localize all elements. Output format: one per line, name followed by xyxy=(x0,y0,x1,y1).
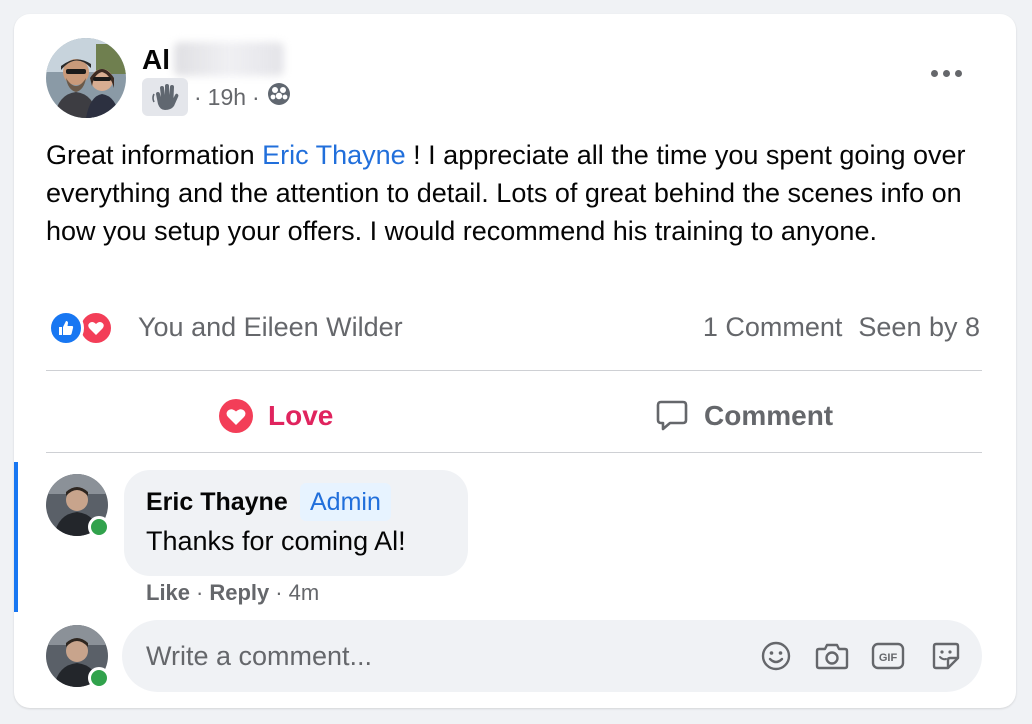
author-avatar[interactable] xyxy=(46,38,126,118)
comment-actions: Like · Reply · 4m xyxy=(146,580,319,606)
author-name[interactable]: Al xyxy=(142,44,170,76)
seen-by-count[interactable]: Seen by 8 xyxy=(858,312,980,343)
post-time[interactable]: 19h xyxy=(208,84,246,111)
comment-like-button[interactable]: Like xyxy=(146,580,190,606)
emoji-icon[interactable] xyxy=(758,638,794,674)
comment-reply-button[interactable]: Reply xyxy=(209,580,269,606)
comment-separator: · xyxy=(196,580,204,605)
reacted-by-text[interactable]: You and Eileen Wilder xyxy=(138,312,403,343)
wave-icon[interactable] xyxy=(142,78,188,116)
comment-label: Comment xyxy=(704,400,834,431)
gif-label: GIF xyxy=(879,652,898,664)
more-options-icon[interactable] xyxy=(926,58,966,88)
post-meta: · 19h · xyxy=(142,78,292,116)
post-text: Great information Eric Thayne ! I apprec… xyxy=(46,136,976,250)
comment-text: Thanks for coming Al! xyxy=(146,526,406,556)
like-reaction-icon xyxy=(48,310,84,346)
gif-icon[interactable]: GIF xyxy=(870,638,906,674)
post-card: Al · 19h · Great information Eric Thayne… xyxy=(14,14,1016,708)
love-action-icon xyxy=(219,399,253,433)
online-status-indicator xyxy=(88,667,110,689)
post-text-before: Great information xyxy=(46,140,263,170)
sticker-icon[interactable] xyxy=(928,638,964,674)
divider xyxy=(46,452,982,453)
love-button[interactable]: Love xyxy=(218,390,333,442)
reactions-summary[interactable] xyxy=(48,310,114,346)
redacted-name-blur xyxy=(174,42,284,76)
love-label: Love xyxy=(268,400,334,431)
meta-separator: · xyxy=(252,83,260,110)
online-status-indicator xyxy=(88,516,110,538)
divider xyxy=(46,370,982,371)
comment-button[interactable]: Comment xyxy=(654,390,833,442)
comment-count[interactable]: 1 Comment xyxy=(703,312,843,343)
comment-author[interactable]: Eric Thayne xyxy=(146,488,288,517)
comment-composer: GIF xyxy=(122,620,982,692)
comment-time[interactable]: 4m xyxy=(289,580,320,606)
comment-input[interactable] xyxy=(146,620,706,692)
post-stats: 1 Comment Seen by 8 xyxy=(703,312,980,343)
camera-icon[interactable] xyxy=(814,638,850,674)
comment-thread-indicator xyxy=(14,462,18,612)
comment-bubble xyxy=(124,470,468,576)
meta-separator: · xyxy=(194,83,202,110)
group-audience-icon xyxy=(266,81,292,113)
mention-link[interactable]: Eric Thayne xyxy=(262,140,406,170)
comment-icon xyxy=(656,400,688,431)
admin-badge: Admin xyxy=(300,483,391,521)
comment-separator: · xyxy=(275,580,283,605)
